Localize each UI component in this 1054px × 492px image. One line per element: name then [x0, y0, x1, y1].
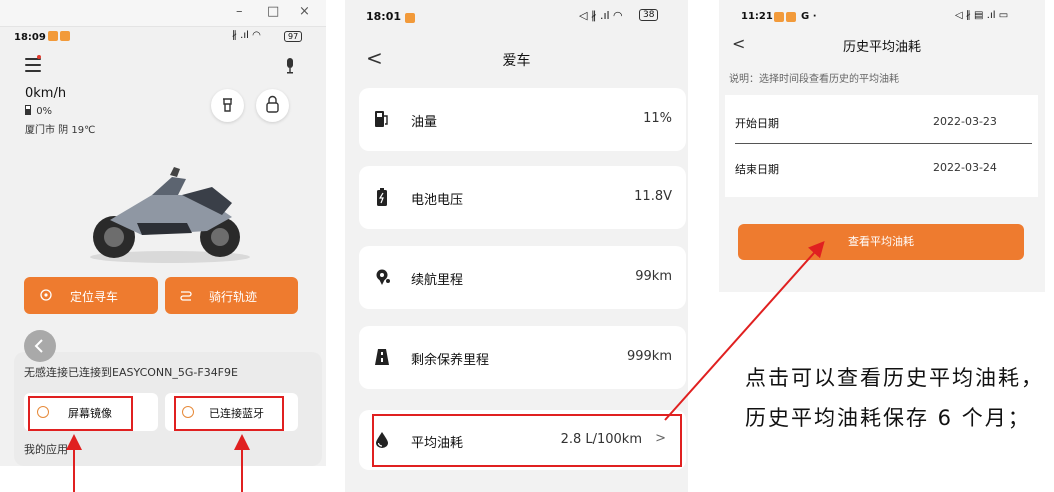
end-date-field[interactable]: 2022-03-24 — [933, 161, 997, 174]
notification-dot — [37, 55, 41, 59]
chevron-left-icon — [34, 339, 43, 353]
start-date-field[interactable]: 2022-03-23 — [933, 115, 997, 128]
highlight-box-mirror — [28, 396, 133, 431]
fuel-percent: 0% — [36, 106, 53, 117]
notification-icons — [46, 31, 70, 42]
connection-status: 无感连接已连接到EASYCONN_5G-F34F9E — [24, 366, 238, 379]
date-range-panel: 开始日期 2022-03-23 结束日期 2022-03-24 — [725, 95, 1038, 197]
fuel-pump-icon — [25, 105, 31, 115]
nav-header: < 爱车 — [345, 34, 688, 84]
status-time: 11:21 — [741, 11, 773, 22]
locate-vehicle-button[interactable]: 定位寻车 — [24, 277, 158, 314]
close-button[interactable]: × — [299, 4, 310, 19]
menu-icon[interactable] — [25, 58, 41, 72]
list-item-value: 999km — [626, 349, 672, 364]
ride-track-label: 骑行轨迹 — [209, 290, 258, 304]
fuel-readout: 0% — [25, 105, 52, 117]
my-vehicle-screen: 18:01 ◁ ∦ .ıl ◠ 38 < 爱车 油量 11% 电池电压 11.8… — [345, 0, 688, 492]
list-item-label: 油量 — [411, 115, 438, 130]
signal-icons: ◁ ∦ .ıl ◠ — [579, 9, 623, 22]
weather-text: 厦门市 阴 19℃ — [25, 125, 96, 136]
microphone-icon[interactable] — [285, 58, 295, 74]
notification-icons — [772, 12, 796, 23]
list-item-value: 11.8V — [634, 189, 672, 204]
location-pin-icon — [40, 289, 52, 301]
list-item-maintenance[interactable]: 剩余保养里程 999km — [359, 326, 686, 389]
route-icon — [180, 291, 192, 301]
status-time: 18:01 — [366, 10, 402, 23]
battery-icon — [377, 188, 387, 206]
status-bar: 11:21 G · ◁ ∦ ▤ ․ıl ▭ — [719, 0, 1045, 34]
locate-vehicle-label: 定位寻车 — [70, 290, 119, 304]
end-date-label: 结束日期 — [735, 163, 779, 176]
status-bar: 18:09 ∦ .ıl ◠ 97 — [0, 27, 326, 47]
battery-indicator: 38 — [639, 9, 659, 21]
app-home-screen: – □ × 18:09 ∦ .ıl ◠ 97 0km/h 0% 厦门市 阴 19… — [0, 0, 326, 466]
list-item-label: 剩余保养里程 — [411, 353, 490, 368]
annotation-note: 点击可以查看历史平均油耗，历史平均油耗保存 6 个月； — [745, 366, 1044, 430]
signal-icons: ∦ .ıl ◠ — [232, 30, 261, 41]
start-date-label: 开始日期 — [735, 117, 779, 130]
back-button[interactable] — [24, 330, 56, 362]
page-title: 历史平均油耗 — [842, 40, 921, 55]
battery-indicator: 97 — [284, 31, 303, 42]
notification-icons — [403, 11, 415, 24]
maximize-button[interactable]: □ — [267, 4, 279, 19]
list-item-value: 99km — [635, 269, 672, 284]
history-avg-fuel-screen: 11:21 G · ◁ ∦ ▤ ․ıl ▭ < 历史平均油耗 说明：选择时间段查… — [719, 0, 1045, 292]
list-item-label: 续航里程 — [411, 273, 464, 288]
motorcycle-image — [90, 167, 250, 263]
range-pin-icon — [376, 269, 390, 285]
list-item-fuel[interactable]: 油量 11% — [359, 88, 686, 151]
status-extra: G · — [801, 11, 817, 22]
highlight-box-bluetooth — [174, 396, 284, 431]
lock-icon-button[interactable] — [256, 89, 289, 122]
scooter-icon-button[interactable] — [211, 89, 244, 122]
lock-icon — [266, 95, 279, 113]
list-item-battery-voltage[interactable]: 电池电压 11.8V — [359, 166, 686, 229]
description-text: 说明：选择时间段查看历史的平均油耗 — [729, 74, 899, 85]
status-time: 18:09 — [14, 32, 46, 43]
window-titlebar: – □ × — [0, 0, 326, 27]
highlight-box-avg-fuel — [372, 414, 682, 467]
view-avg-fuel-button[interactable]: 查看平均油耗 — [738, 224, 1024, 260]
signal-icons: ◁ ∦ ▤ ․ıl ▭ — [955, 10, 1009, 21]
scooter-icon — [223, 98, 232, 112]
list-item-range[interactable]: 续航里程 99km — [359, 246, 686, 309]
my-apps-heading: 我的应用 — [24, 443, 68, 456]
list-item-label: 电池电压 — [411, 193, 464, 208]
status-bar: 18:01 ◁ ∦ .ıl ◠ 38 — [345, 0, 688, 34]
page-title: 爱车 — [502, 53, 531, 69]
minimize-button[interactable]: – — [236, 4, 243, 19]
road-icon — [375, 349, 389, 365]
list-item-value: 11% — [643, 111, 672, 126]
fuel-pump-icon — [375, 111, 388, 127]
ride-track-button[interactable]: 骑行轨迹 — [165, 277, 298, 314]
speed-readout: 0km/h — [25, 86, 67, 101]
divider — [735, 143, 1032, 144]
